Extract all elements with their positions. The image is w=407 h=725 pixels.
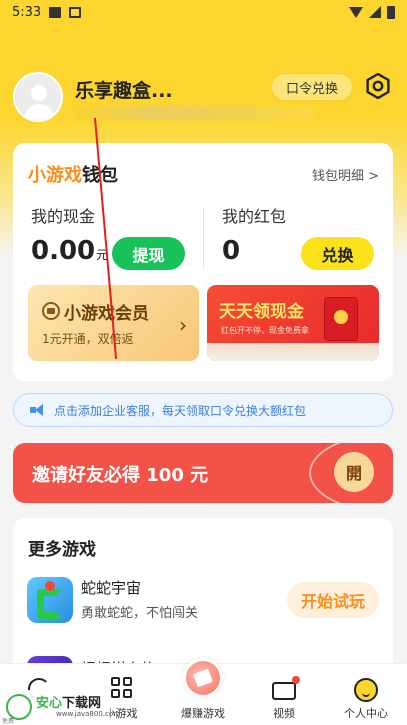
tab-label: 视频 xyxy=(273,707,295,720)
user-id-blurred xyxy=(75,106,315,120)
wallet-title: 小游戏钱包 xyxy=(28,165,118,186)
invite-banner[interactable]: 邀请好友必得 100 元 開 xyxy=(13,443,393,503)
customer-service-notice[interactable]: 点击添加企业客服，每天领取口令兑换大额红包 xyxy=(13,393,393,427)
video-icon xyxy=(272,682,296,700)
wallet-detail-link[interactable]: 钱包明细 > xyxy=(312,165,379,184)
tab-label: 爆赚游戏 xyxy=(181,707,225,720)
username[interactable]: 乐享趣盒... xyxy=(75,76,173,103)
withdraw-button[interactable]: 提现 xyxy=(112,237,185,270)
chevron-right-icon: › xyxy=(179,313,187,337)
tab-profile[interactable]: 个人中心 xyxy=(326,664,406,725)
wifi-icon xyxy=(349,6,363,18)
wallet-card: 小游戏钱包 钱包明细 > 我的现金 0.00元 提现 我的红包 0 兑换 小游戏… xyxy=(13,143,393,381)
red-envelope-icon xyxy=(324,297,358,341)
game-name: 蛇蛇宇宙 xyxy=(81,579,142,597)
notification-icon xyxy=(49,6,62,18)
redpacket-label: 我的红包 xyxy=(222,207,287,226)
password-exchange-button[interactable]: 口令兑换 xyxy=(271,73,353,101)
notice-text: 点击添加企业客服，每天领取口令兑换大额红包 xyxy=(54,403,307,418)
cash-value: 0.00元 xyxy=(31,236,109,266)
tab-label: 个人中心 xyxy=(344,707,388,720)
speaker-icon xyxy=(30,404,48,416)
vip-title: 小游戏会员 xyxy=(64,304,149,324)
exchange-button[interactable]: 兑换 xyxy=(301,237,374,270)
invite-text: 邀请好友必得 100 元 xyxy=(32,465,209,486)
cash-label: 我的现金 xyxy=(31,207,96,226)
battery-icon xyxy=(387,5,395,19)
gear-icon[interactable] xyxy=(365,73,391,99)
grid-icon xyxy=(111,677,133,699)
divider xyxy=(203,207,204,269)
game-desc: 勇敢蛇蛇，不怕闯关 xyxy=(81,606,199,621)
watermark-small: 免费 xyxy=(2,718,15,725)
watermark-text: 安心下载网 xyxy=(36,696,102,711)
profile-header: 乐享趣盒... 口令兑换 xyxy=(13,70,393,126)
status-time: 5:33 xyxy=(12,4,42,20)
banner-title: 天天领现金 xyxy=(219,302,304,322)
coins-decoration xyxy=(207,343,379,361)
tab-video[interactable]: 视频 xyxy=(244,664,324,725)
more-games-title: 更多游戏 xyxy=(28,540,96,560)
status-bar: 5:33 xyxy=(0,0,407,24)
start-trial-button[interactable]: 开始试玩 xyxy=(287,582,379,618)
notification-dot xyxy=(292,676,300,684)
watermark-url: www.java800.com xyxy=(56,710,120,718)
snake-game-icon[interactable] xyxy=(27,577,73,623)
more-games-section: 更多游戏 蛇蛇宇宙 勇敢蛇蛇，不怕闯关 开始试玩 螺螺拼上旅 xyxy=(13,518,393,678)
tab-hot-games[interactable]: 爆赚游戏 xyxy=(163,658,243,725)
banner-subtitle: 红包开不停，现金免费拿 xyxy=(221,326,309,335)
signal-icon xyxy=(369,6,381,18)
daily-cash-banner[interactable]: 天天领现金 红包开不停，现金免费拿 xyxy=(207,285,379,361)
redpacket-value: 0 xyxy=(222,236,241,266)
smiley-icon xyxy=(354,678,378,702)
avatar[interactable] xyxy=(13,72,63,122)
site-watermark: 安心下载网 www.java800.com 免费 xyxy=(0,690,120,725)
cast-icon xyxy=(69,6,82,18)
money-icon xyxy=(183,658,223,698)
open-button[interactable]: 開 xyxy=(334,452,374,492)
vip-subtitle: 1元开通，双倍返 xyxy=(42,332,134,346)
crown-icon xyxy=(42,302,60,320)
